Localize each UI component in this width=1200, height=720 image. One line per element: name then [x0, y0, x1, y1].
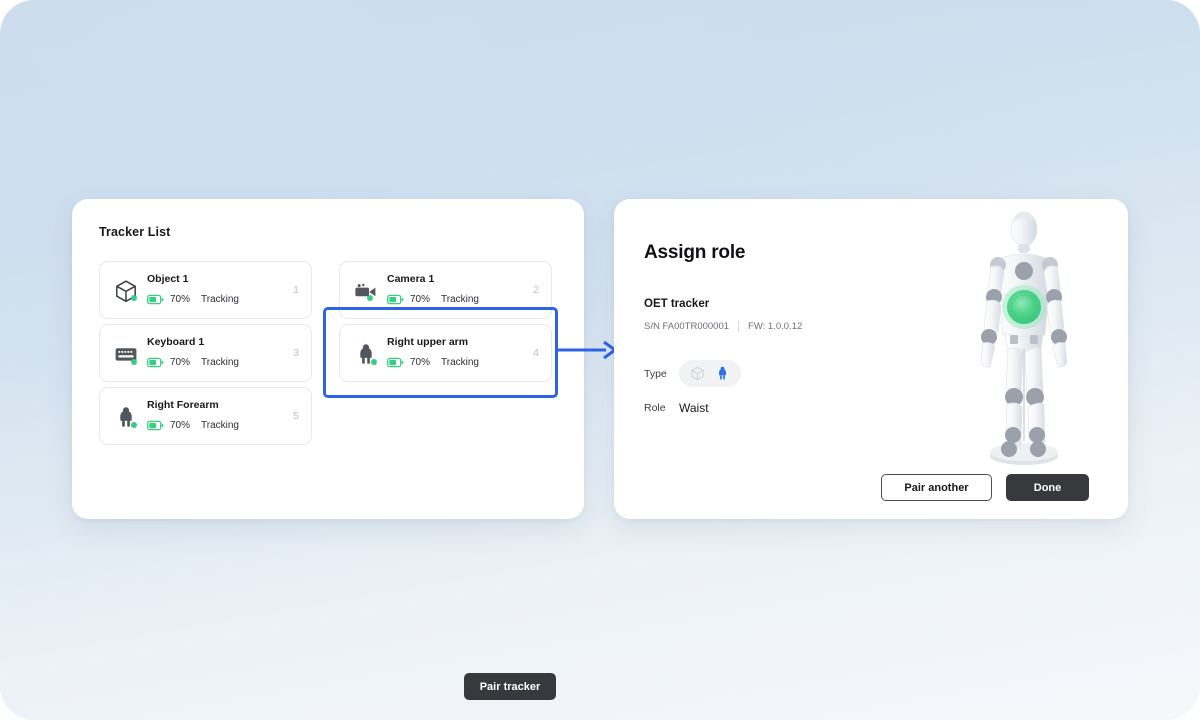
- tracker-status-row: 70% Tracking: [147, 294, 239, 305]
- tracker-status-row: 70% Tracking: [147, 420, 239, 431]
- type-option-cube-icon[interactable]: [688, 364, 707, 383]
- serial-number: S/N FA00TR000001: [644, 321, 730, 332]
- tracking-status: Tracking: [441, 294, 479, 305]
- role-label: Role: [644, 402, 666, 414]
- tracker-index: 3: [293, 347, 299, 359]
- done-button[interactable]: Done: [1006, 474, 1089, 501]
- tracker-name: Camera 1: [387, 273, 435, 285]
- flow-arrow-icon: [556, 340, 618, 360]
- tracker-card-object-1[interactable]: Object 1 70% Tracking 1: [99, 261, 312, 319]
- tracker-status-row: 70% Tracking: [147, 357, 239, 368]
- role-field-row: Role Waist: [644, 401, 709, 415]
- tracker-index: 2: [533, 284, 539, 296]
- battery-icon: [147, 420, 164, 431]
- assign-role-title: Assign role: [644, 242, 746, 263]
- tracker-card-right-forearm[interactable]: Right Forearm 70% Tracking 5: [99, 387, 312, 445]
- type-field-row: Type: [644, 360, 741, 387]
- online-dot: [131, 422, 137, 428]
- online-dot: [371, 359, 377, 365]
- camera-icon: [352, 277, 380, 305]
- meta-divider: [738, 321, 740, 332]
- tracker-index: 1: [293, 284, 299, 296]
- pair-tracker-button[interactable]: Pair tracker: [464, 673, 556, 700]
- type-label: Type: [644, 367, 667, 380]
- person-icon: [112, 403, 140, 431]
- battery-icon: [387, 357, 404, 368]
- online-dot: [131, 359, 137, 365]
- tracking-status: Tracking: [201, 294, 239, 305]
- mannequin-body-diagram: [980, 211, 1068, 465]
- tracking-status: Tracking: [201, 357, 239, 368]
- person-icon: [352, 340, 380, 368]
- battery-percent: 70%: [170, 420, 191, 431]
- app-background: Tracker List Object 1 70% Tracking 1 Key…: [0, 0, 1200, 720]
- tracking-status: Tracking: [201, 420, 239, 431]
- tracker-list-panel: Tracker List Object 1 70% Tracking 1 Key…: [72, 199, 584, 700]
- device-meta: S/N FA00TR000001 FW: 1.0.0.12: [644, 321, 802, 332]
- firmware-version: FW: 1.0.0.12: [748, 321, 803, 332]
- type-option-person-icon[interactable]: [713, 364, 732, 383]
- tracker-card-right-upper-arm[interactable]: Right upper arm 70% Tracking 4: [339, 324, 552, 382]
- battery-percent: 70%: [170, 294, 191, 305]
- battery-percent: 70%: [170, 357, 191, 368]
- page-title: Tracker List: [99, 225, 171, 239]
- tracker-name: Object 1: [147, 273, 189, 285]
- role-value[interactable]: Waist: [679, 401, 709, 415]
- battery-percent: 70%: [410, 294, 431, 305]
- cube-icon: [112, 277, 140, 305]
- device-name-label: OET tracker: [644, 298, 710, 310]
- tracking-status: Tracking: [441, 357, 479, 368]
- tracker-card-camera-1[interactable]: Camera 1 70% Tracking 2: [339, 261, 552, 319]
- tracker-name: Right upper arm: [387, 336, 469, 348]
- tracker-name: Right Forearm: [147, 399, 219, 411]
- keyboard-icon: [112, 340, 140, 368]
- battery-icon: [387, 294, 404, 305]
- battery-icon: [147, 294, 164, 305]
- tracker-column-2: Camera 1 70% Tracking 2 Right upper arm …: [339, 261, 552, 387]
- tracker-status-row: 70% Tracking: [387, 294, 479, 305]
- tracker-status-row: 70% Tracking: [387, 357, 479, 368]
- battery-percent: 70%: [410, 357, 431, 368]
- tracker-index: 5: [293, 410, 299, 422]
- battery-icon: [147, 357, 164, 368]
- type-toggle-group[interactable]: [679, 360, 741, 387]
- tracker-card-keyboard-1[interactable]: Keyboard 1 70% Tracking 3: [99, 324, 312, 382]
- assign-role-panel: Assign role OET tracker S/N FA00TR000001…: [614, 199, 1128, 519]
- tracker-name: Keyboard 1: [147, 336, 205, 348]
- online-dot: [131, 295, 137, 301]
- pair-another-button[interactable]: Pair another: [881, 474, 992, 501]
- online-dot: [367, 295, 373, 301]
- tracker-index: 4: [533, 347, 539, 359]
- tracker-column-1: Object 1 70% Tracking 1 Keyboard 1 70% T…: [99, 261, 312, 450]
